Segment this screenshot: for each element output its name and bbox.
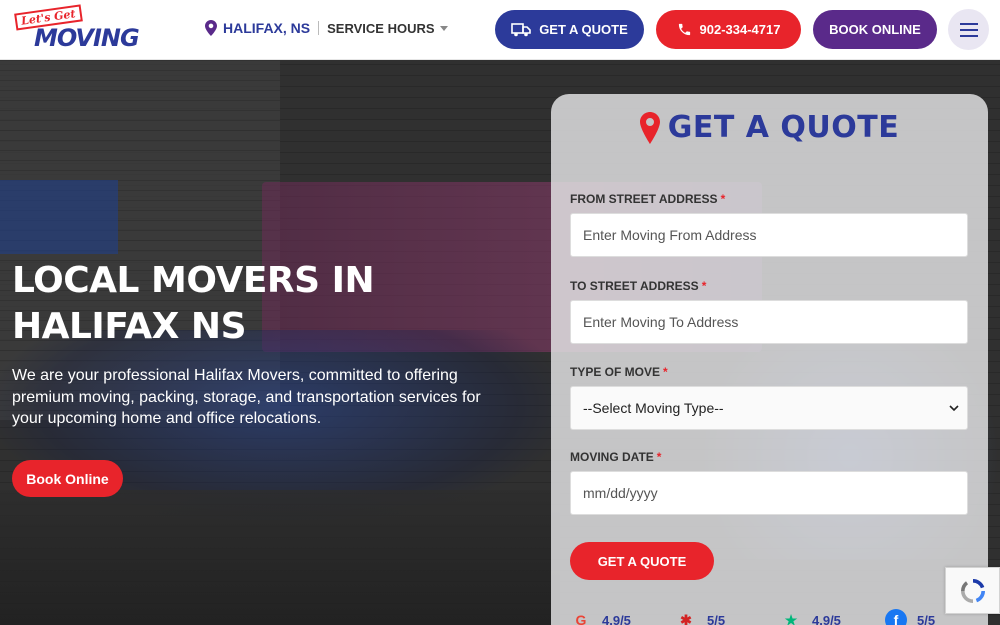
from-address-label: FROM STREET ADDRESS * xyxy=(570,192,725,206)
phone-icon xyxy=(678,23,690,36)
location-selector[interactable]: HALIFAX, NS SERVICE HOURS xyxy=(205,20,448,36)
move-type-selected: --Select Moving Type-- xyxy=(583,400,724,416)
hero-section: LOCAL MOVERS IN HALIFAX NS We are your p… xyxy=(0,60,1000,625)
caret-down-icon xyxy=(439,25,448,31)
chevron-down-icon xyxy=(949,405,959,412)
required-asterisk: * xyxy=(663,365,668,379)
map-pin-icon xyxy=(639,111,660,144)
required-asterisk: * xyxy=(720,192,726,206)
service-hours-dropdown[interactable]: SERVICE HOURS xyxy=(327,20,448,36)
moving-date-label: MOVING DATE * xyxy=(570,450,661,464)
background-sign xyxy=(0,180,118,254)
google-icon: G xyxy=(575,612,587,625)
ratings-bar: G 4.9/5 ✱ 5/5 ★ 4.9/5 f 5/5 xyxy=(570,609,990,625)
quote-submit-button[interactable]: GET A QUOTE xyxy=(570,542,714,580)
quote-form-title: GET A QUOTE xyxy=(667,110,900,145)
divider xyxy=(318,21,320,35)
moving-date-label-text: MOVING DATE xyxy=(570,450,654,464)
phone-call-button[interactable]: 902-334-4717 xyxy=(656,10,801,49)
lets-get-moving-logo[interactable]: Let's Get MOVING xyxy=(12,4,142,56)
get-a-quote-label: GET A QUOTE xyxy=(539,22,628,37)
hamburger-menu-icon[interactable] xyxy=(948,9,989,50)
service-hours-label: SERVICE HOURS xyxy=(327,20,435,36)
move-type-label: TYPE OF MOVE * xyxy=(570,365,668,379)
truck-icon xyxy=(511,22,531,36)
move-type-select[interactable]: --Select Moving Type-- xyxy=(570,386,968,430)
trustpilot-icon: ★ xyxy=(784,611,798,625)
facebook-icon: f xyxy=(885,609,907,625)
hero-book-online-button[interactable]: Book Online xyxy=(12,460,123,497)
hero-description: We are your professional Halifax Movers,… xyxy=(12,367,481,427)
yelp-rating[interactable]: ✱ 5/5 xyxy=(675,609,725,625)
phone-number: 902-334-4717 xyxy=(699,22,781,37)
to-address-input[interactable]: Enter Moving To Address xyxy=(570,300,968,344)
book-online-button[interactable]: BOOK ONLINE xyxy=(813,10,937,49)
menu-line xyxy=(959,22,978,25)
trustpilot-score: 4.9/5 xyxy=(812,612,841,625)
google-rating[interactable]: G 4.9/5 xyxy=(570,609,631,625)
yelp-icon: ✱ xyxy=(680,611,692,625)
to-address-label-text: TO STREET ADDRESS xyxy=(570,279,699,293)
from-address-label-text: FROM STREET ADDRESS xyxy=(570,192,718,206)
required-asterisk: * xyxy=(701,279,707,293)
trustpilot-rating[interactable]: ★ 4.9/5 xyxy=(780,609,841,625)
from-address-input[interactable]: Enter Moving From Address xyxy=(570,213,968,257)
to-address-label: TO STREET ADDRESS * xyxy=(570,279,706,293)
yelp-score: 5/5 xyxy=(707,612,726,625)
menu-line xyxy=(959,34,978,37)
facebook-score: 5/5 xyxy=(917,612,936,625)
logo-wordmark: MOVING xyxy=(34,24,140,52)
location-label: HALIFAX, NS xyxy=(223,20,311,36)
facebook-rating[interactable]: f 5/5 xyxy=(885,609,935,625)
background-ground xyxy=(0,490,560,625)
google-score: 4.9/5 xyxy=(602,612,631,625)
site-header: Let's Get MOVING HALIFAX, NS SERVICE HOU… xyxy=(0,0,1000,60)
map-pin-icon xyxy=(205,20,217,36)
get-a-quote-button[interactable]: GET A QUOTE xyxy=(495,10,644,49)
quote-form-header: GET A QUOTE xyxy=(551,110,988,145)
required-asterisk: * xyxy=(656,450,662,464)
hero-title: LOCAL MOVERS IN HALIFAX NS xyxy=(12,260,375,347)
quote-form: GET A QUOTE FROM STREET ADDRESS * Enter M… xyxy=(551,94,988,625)
book-online-label: BOOK ONLINE xyxy=(829,22,921,37)
recaptcha-icon xyxy=(960,578,985,603)
move-type-label-text: TYPE OF MOVE xyxy=(570,365,661,379)
moving-date-input[interactable]: mm/dd/yyyy xyxy=(570,471,968,515)
menu-line xyxy=(959,28,978,31)
recaptcha-badge[interactable] xyxy=(945,567,1000,614)
